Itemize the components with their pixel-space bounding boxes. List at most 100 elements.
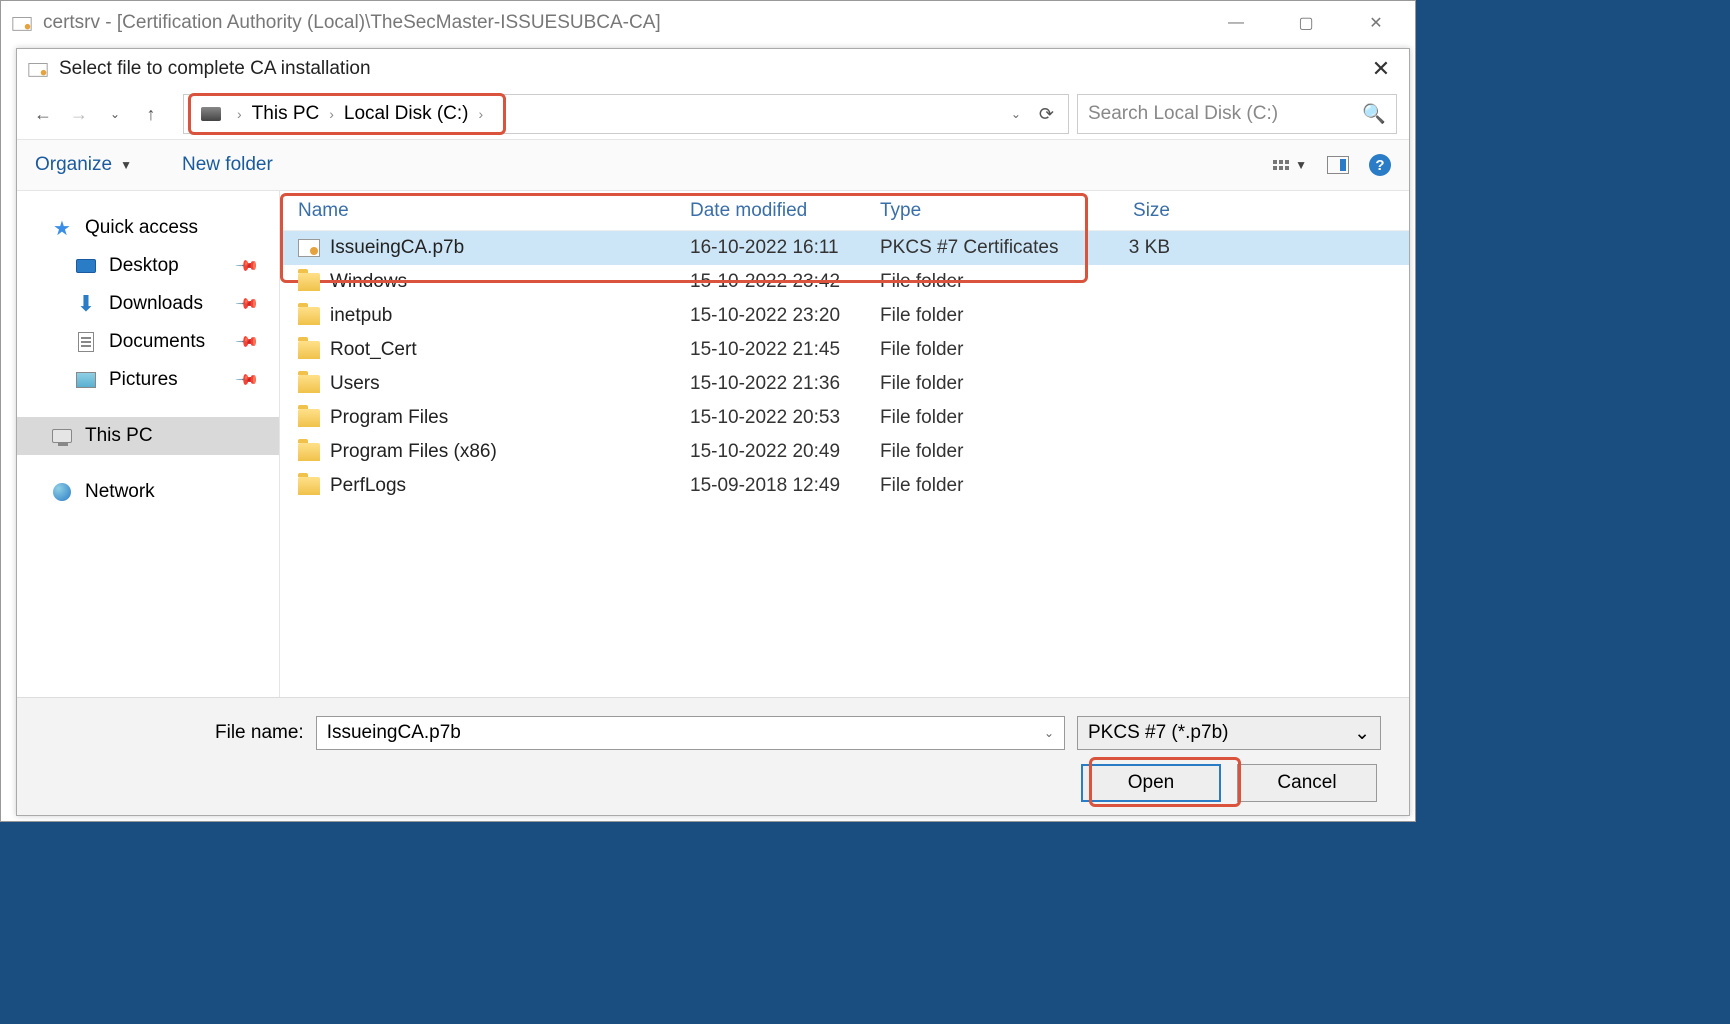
file-name: Root_Cert (330, 339, 417, 361)
column-header-name[interactable]: Name (280, 200, 690, 222)
star-icon: ★ (51, 218, 73, 238)
file-row[interactable]: Root_Cert15-10-2022 21:45File folder (280, 333, 1409, 367)
file-type: File folder (880, 339, 1070, 361)
folder-icon (298, 443, 320, 461)
certificate-file-icon (298, 239, 320, 257)
chevron-right-icon: › (479, 106, 484, 122)
chevron-right-icon: › (329, 106, 334, 122)
dialog-icon (27, 58, 49, 80)
breadcrumb-highlight: › This PC › Local Disk (C:) › (188, 93, 506, 135)
column-header-date[interactable]: Date modified (690, 200, 880, 222)
sidebar-item-downloads[interactable]: ⬇ Downloads 📌 (17, 285, 279, 323)
sidebar-item-quick-access[interactable]: ★ Quick access (17, 209, 279, 247)
downloads-icon: ⬇ (75, 294, 97, 314)
file-open-dialog: Select file to complete CA installation … (16, 48, 1410, 816)
file-name-input[interactable]: IssueingCA.p7b ⌄ (316, 716, 1065, 750)
view-options-button[interactable]: ▼ (1273, 158, 1307, 172)
folder-icon (298, 477, 320, 495)
column-headers: Name Date modified Type Size (280, 191, 1409, 231)
dialog-titlebar: Select file to complete CA installation … (17, 49, 1409, 89)
navigation-sidebar: ★ Quick access Desktop 📌 ⬇ Downloads 📌 D… (17, 191, 279, 697)
file-row[interactable]: inetpub15-10-2022 23:20File folder (280, 299, 1409, 333)
dialog-close-button[interactable]: ✕ (1361, 56, 1401, 82)
file-name: Program Files (x86) (330, 441, 497, 463)
file-date: 16-10-2022 16:11 (690, 237, 880, 259)
desktop-icon (75, 256, 97, 276)
file-row[interactable]: PerfLogs 15-09-2018 12:49File folder (280, 469, 1409, 503)
folder-icon (298, 341, 320, 359)
sidebar-item-desktop[interactable]: Desktop 📌 (17, 247, 279, 285)
sidebar-item-network[interactable]: Network (17, 473, 279, 511)
file-name-label: File name: (215, 722, 304, 744)
preview-pane-button[interactable] (1327, 156, 1349, 174)
search-icon: 🔍 (1362, 102, 1386, 126)
file-row[interactable]: Program Files15-10-2022 20:53File folder (280, 401, 1409, 435)
parent-close-button[interactable]: ✕ (1341, 3, 1411, 43)
network-icon (51, 482, 73, 502)
column-header-size[interactable]: Size (1070, 200, 1190, 222)
folder-icon (298, 375, 320, 393)
parent-window-title: certsrv - [Certification Authority (Loca… (43, 12, 1201, 34)
nav-row: ← → ⌄ ↑ › This PC › Local Disk (C:) › ⌄ … (17, 89, 1409, 139)
sidebar-item-pictures[interactable]: Pictures 📌 (17, 361, 279, 399)
breadcrumb-this-pc[interactable]: This PC (252, 103, 320, 125)
maximize-button[interactable]: ▢ (1271, 3, 1341, 43)
this-pc-icon (51, 426, 73, 446)
recent-locations-button[interactable]: ⌄ (101, 100, 129, 128)
file-date: 15-10-2022 20:49 (690, 441, 880, 463)
file-type-filter[interactable]: PKCS #7 (*.p7b) ⌄ (1077, 716, 1381, 750)
breadcrumb-local-disk[interactable]: Local Disk (C:) (344, 103, 469, 125)
address-bar[interactable]: › This PC › Local Disk (C:) › ⌄ ⟳ (183, 94, 1069, 134)
new-folder-button[interactable]: New folder (182, 154, 273, 176)
sidebar-item-this-pc[interactable]: This PC (17, 417, 279, 455)
chevron-down-icon: ▼ (120, 158, 132, 172)
chevron-down-icon: ▼ (1295, 158, 1307, 172)
file-name: IssueingCA.p7b (330, 237, 464, 259)
help-button[interactable]: ? (1369, 154, 1391, 176)
cancel-button[interactable]: Cancel (1237, 764, 1377, 802)
organize-button[interactable]: Organize ▼ (35, 154, 132, 176)
file-row[interactable]: Windows15-10-2022 23:42File folder (280, 265, 1409, 299)
file-name: Users (330, 373, 380, 395)
file-date: 15-10-2022 23:42 (690, 271, 880, 293)
refresh-button[interactable]: ⟳ (1039, 104, 1054, 125)
file-type: PKCS #7 Certificates (880, 237, 1070, 259)
back-button[interactable]: ← (29, 100, 57, 128)
column-header-type[interactable]: Type (880, 200, 1070, 222)
file-row[interactable]: Program Files (x86) 15-10-2022 20:49File … (280, 435, 1409, 469)
drive-icon (201, 107, 221, 121)
file-panel: Name Date modified Type Size IssueingCA.… (279, 191, 1409, 697)
file-type: File folder (880, 441, 1070, 463)
file-type: File folder (880, 373, 1070, 395)
pictures-icon (75, 370, 97, 390)
file-date: 15-09-2018 12:49 (690, 475, 880, 497)
address-dropdown-button[interactable]: ⌄ (1011, 107, 1021, 121)
folder-icon (298, 409, 320, 427)
file-name: PerfLogs (330, 475, 406, 497)
certsrv-icon (11, 12, 33, 34)
chevron-right-icon: › (237, 106, 242, 122)
file-type: File folder (880, 475, 1070, 497)
file-date: 15-10-2022 21:36 (690, 373, 880, 395)
open-button[interactable]: Open (1081, 764, 1221, 802)
search-input[interactable]: Search Local Disk (C:) 🔍 (1077, 94, 1397, 134)
pin-icon: 📌 (235, 367, 261, 393)
sidebar-item-documents[interactable]: Documents 📌 (17, 323, 279, 361)
file-type: File folder (880, 271, 1070, 293)
minimize-button[interactable]: — (1201, 3, 1271, 43)
up-button[interactable]: ↑ (137, 100, 165, 128)
search-placeholder: Search Local Disk (C:) (1088, 103, 1362, 125)
toolbar: Organize ▼ New folder ▼ ? (17, 139, 1409, 191)
file-type: File folder (880, 305, 1070, 327)
file-row[interactable]: Users 15-10-2022 21:36File folder (280, 367, 1409, 401)
pin-icon: 📌 (235, 291, 261, 317)
file-date: 15-10-2022 23:20 (690, 305, 880, 327)
dialog-title: Select file to complete CA installation (59, 58, 1361, 80)
chevron-down-icon: ⌄ (1044, 726, 1054, 740)
documents-icon (75, 332, 97, 352)
pin-icon: 📌 (235, 253, 261, 279)
forward-button[interactable]: → (65, 100, 93, 128)
file-type: File folder (880, 407, 1070, 429)
file-row[interactable]: IssueingCA.p7b 16-10-2022 16:11PKCS #7 Ce… (280, 231, 1409, 265)
parent-titlebar: certsrv - [Certification Authority (Loca… (1, 1, 1415, 45)
